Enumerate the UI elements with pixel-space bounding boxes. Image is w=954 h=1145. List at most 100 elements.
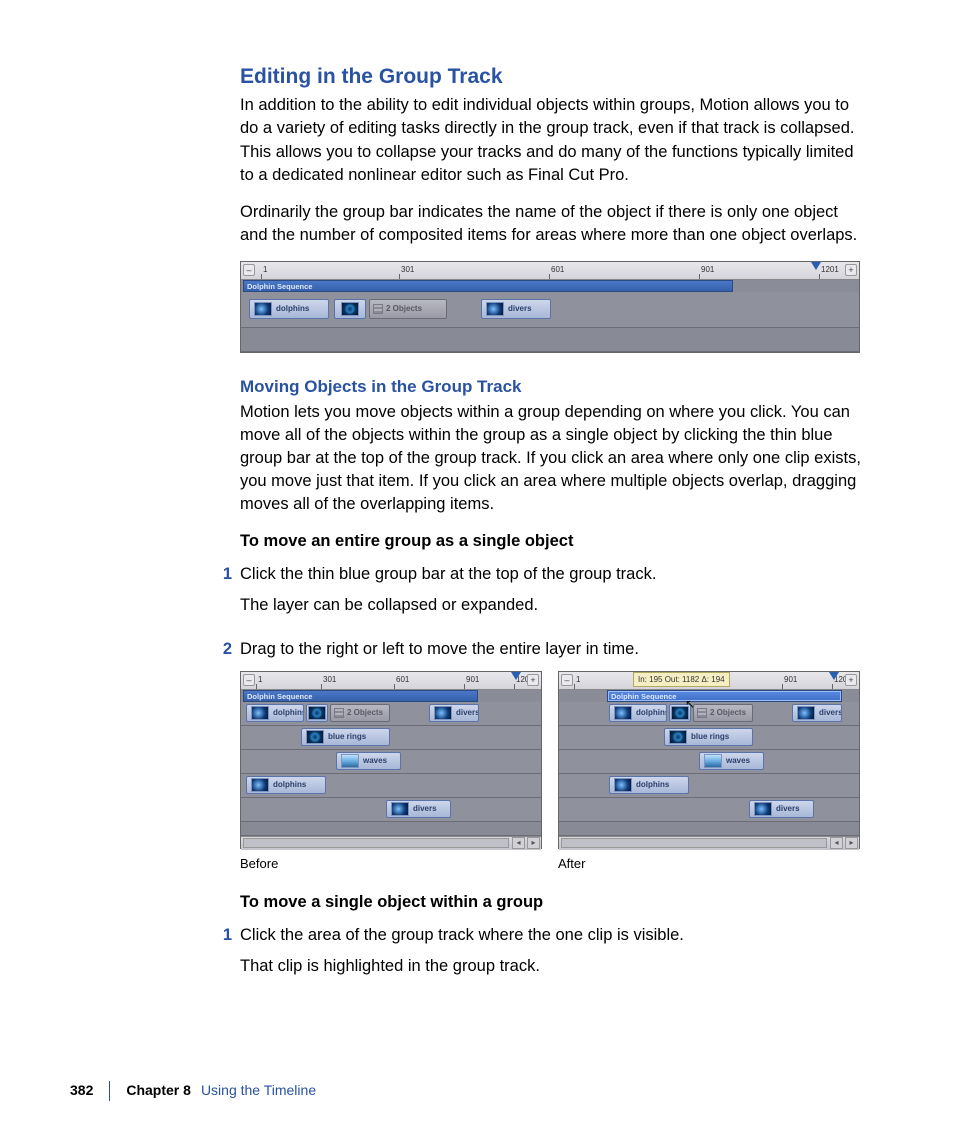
step-1b: 1 Click the area of the group track wher…: [240, 924, 870, 988]
clip-label: divers: [819, 707, 842, 718]
timeline-scrollbar: ◂ ▸: [559, 836, 859, 850]
clip-dolphins: dolphins: [249, 299, 329, 319]
clip-divers: divers: [429, 704, 479, 722]
zoom-out-icon: –: [243, 264, 255, 276]
ruler-tick: 901: [784, 674, 797, 685]
timeline-ruler: – In: 195 Out: 1182 Δ: 194 1 901 1201 +: [559, 672, 859, 690]
clip-label: blue rings: [691, 731, 729, 742]
clip-label: divers: [413, 803, 437, 814]
step-number: 1: [222, 924, 240, 988]
clip-label: 2 Objects: [386, 303, 422, 314]
clip-divers-2: divers: [386, 800, 451, 818]
clip-label: blue rings: [328, 731, 366, 742]
playhead-icon: [511, 672, 521, 680]
figure-before-after: – 1 301 601 901 1201 + Dolphin Sequence …: [240, 671, 870, 873]
clip-waves: waves: [699, 752, 764, 770]
zoom-in-icon: +: [845, 264, 857, 276]
group-bar: Dolphin Sequence: [243, 690, 478, 702]
clip-waves: waves: [336, 752, 401, 770]
step-2: 2 Drag to the right or left to move the …: [240, 638, 870, 661]
ruler-tick: 1: [258, 674, 262, 685]
clip-label: divers: [508, 303, 532, 314]
ruler-tick: 601: [551, 264, 564, 275]
page-content: Editing in the Group Track In addition t…: [240, 62, 870, 998]
step-text: Click the area of the group track where …: [240, 924, 870, 947]
clip-divers-2: divers: [749, 800, 814, 818]
figure-after: – In: 195 Out: 1182 Δ: 194 1 901 1201 + …: [558, 671, 860, 873]
task-heading-2: To move a single object within a group: [240, 891, 870, 914]
scroll-left-icon: ◂: [830, 837, 843, 849]
figure-caption-before: Before: [240, 855, 542, 873]
playhead-icon: [811, 262, 821, 270]
chapter-title: Using the Timeline: [201, 1081, 316, 1101]
clip-label: dolphins: [273, 779, 306, 790]
figure-caption-after: After: [558, 855, 860, 873]
subsection-paragraph: Motion lets you move objects within a gr…: [240, 401, 870, 516]
chapter-label: Chapter 8: [126, 1081, 191, 1101]
subsection-heading: Moving Objects in the Group Track: [240, 375, 870, 399]
section-heading: Editing in the Group Track: [240, 62, 870, 91]
clip-label: 2 Objects: [710, 707, 746, 718]
step-subtext: The layer can be collapsed or expanded.: [240, 594, 870, 617]
clip-label: dolphins: [276, 303, 309, 314]
clip-thumbnail-only: [334, 299, 366, 319]
clip-label: dolphins: [273, 707, 304, 718]
task-heading: To move an entire group as a single obje…: [240, 530, 870, 553]
timeline-scrollbar: ◂ ▸: [241, 836, 541, 850]
ruler-tick: 1201: [821, 264, 839, 275]
clip-label: 2 Objects: [347, 707, 383, 718]
page-footer: 382 Chapter 8 Using the Timeline: [70, 1081, 316, 1101]
clip-label: divers: [456, 707, 479, 718]
scroll-right-icon: ▸: [845, 837, 858, 849]
step-number: 2: [222, 638, 240, 661]
zoom-in-icon: +: [527, 674, 539, 686]
scroll-left-icon: ◂: [512, 837, 525, 849]
clip-blue-rings: blue rings: [301, 728, 390, 746]
step-text: Click the thin blue group bar at the top…: [240, 563, 870, 586]
clip-thumbnail: [341, 302, 359, 316]
zoom-in-icon: +: [845, 674, 857, 686]
clip-multi: 2 Objects: [693, 704, 753, 722]
ruler-tick: 301: [401, 264, 414, 275]
clip-divers: divers: [792, 704, 842, 722]
ruler-tick: 301: [323, 674, 336, 685]
intro-paragraph-1: In addition to the ability to edit indiv…: [240, 94, 870, 186]
step-subtext: That clip is highlighted in the group tr…: [240, 955, 870, 978]
ruler-tick: 901: [466, 674, 479, 685]
step-text: Drag to the right or left to move the en…: [240, 638, 870, 661]
clip-thumb: [306, 704, 328, 722]
clip-divers: divers: [481, 299, 551, 319]
clip-thumbnail: [254, 302, 272, 316]
multi-icon: [373, 304, 383, 314]
ruler-tick: 901: [701, 264, 714, 275]
playhead-icon: [829, 672, 839, 680]
figure-group-track-collapsed: – 1 301 601 901 1201 + Dolphin Sequence …: [240, 261, 860, 353]
ruler-tick: 1: [576, 674, 580, 685]
clip-multi-objects: 2 Objects: [369, 299, 447, 319]
group-bar-selected: Dolphin Sequence: [607, 690, 842, 702]
ruler-tick: 601: [396, 674, 409, 685]
footer-divider: [109, 1081, 110, 1101]
zoom-out-icon: –: [243, 674, 255, 686]
page-number: 382: [70, 1081, 93, 1101]
timeline-ruler: – 1 301 601 901 1201 +: [241, 672, 541, 690]
clip-label: waves: [363, 755, 387, 766]
scroll-right-icon: ▸: [527, 837, 540, 849]
clip-dolphins-2: dolphins: [246, 776, 326, 794]
clip-label: dolphins: [636, 779, 669, 790]
clip-label: divers: [776, 803, 800, 814]
step-number: 1: [222, 563, 240, 627]
clip-label: waves: [726, 755, 750, 766]
clip-dolphins: dolphins: [246, 704, 304, 722]
drag-tooltip: In: 195 Out: 1182 Δ: 194: [633, 672, 730, 687]
clip-dolphins-2: dolphins: [609, 776, 689, 794]
group-bar: Dolphin Sequence: [243, 280, 733, 292]
timeline-ruler: – 1 301 601 901 1201 +: [241, 262, 859, 280]
clip-blue-rings: blue rings: [664, 728, 753, 746]
step-1: 1 Click the thin blue group bar at the t…: [240, 563, 870, 627]
ruler-tick: 1: [263, 264, 267, 275]
clip-label: dolphins: [636, 707, 667, 718]
clip-multi: 2 Objects: [330, 704, 390, 722]
zoom-out-icon: –: [561, 674, 573, 686]
figure-before: – 1 301 601 901 1201 + Dolphin Sequence …: [240, 671, 542, 873]
